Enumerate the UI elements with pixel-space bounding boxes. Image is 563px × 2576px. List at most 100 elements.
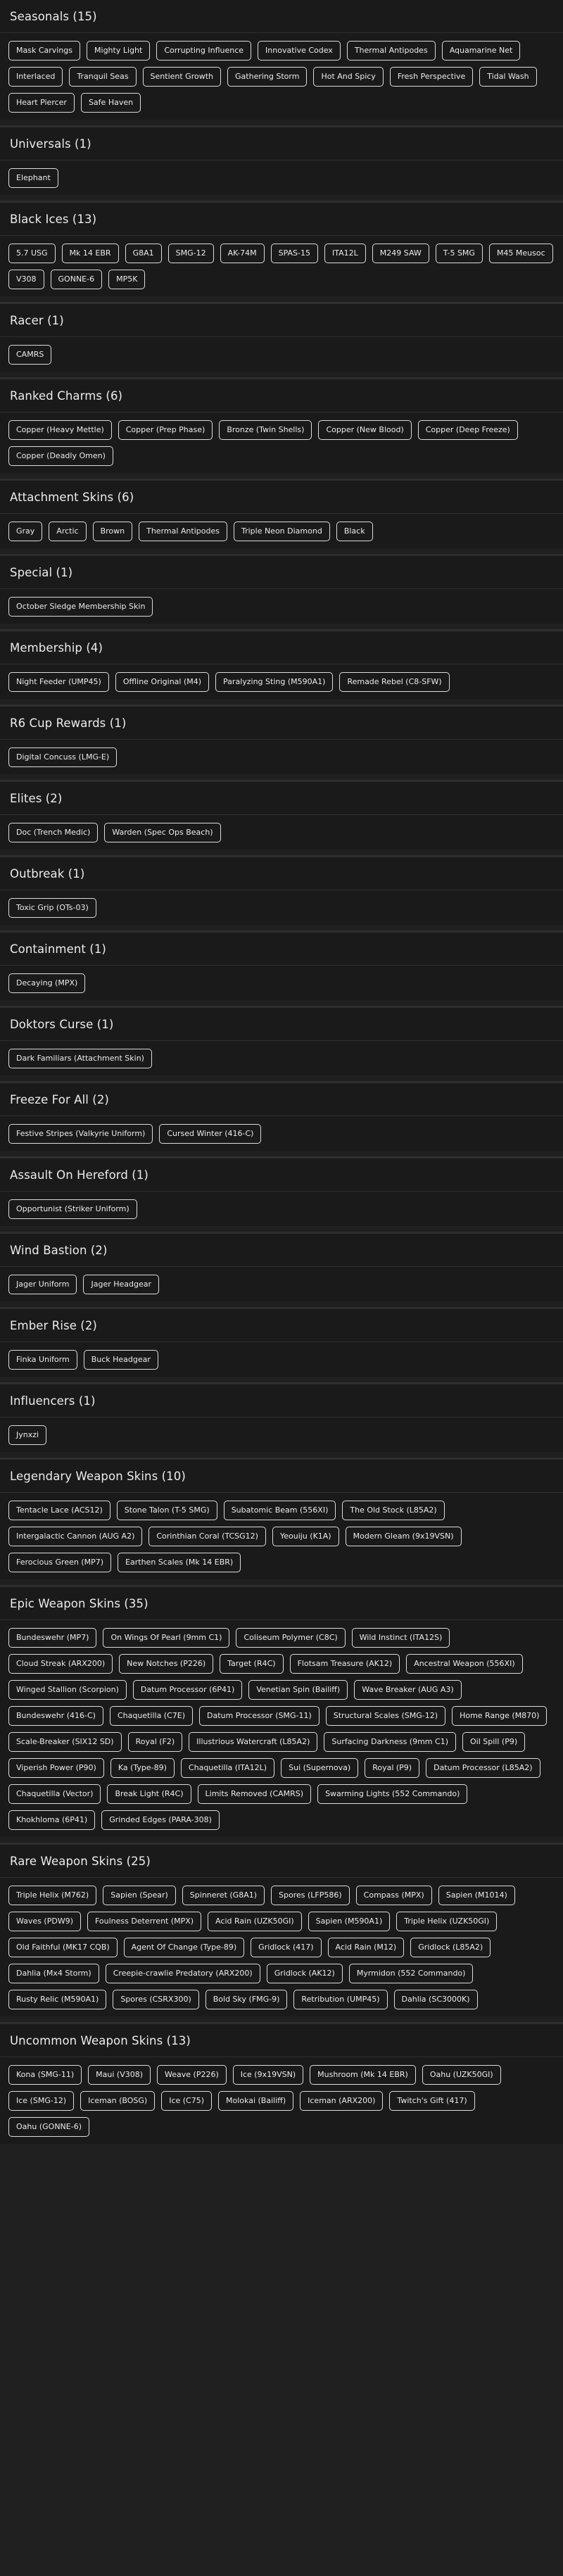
item-chip[interactable]: Illustrious Watercraft (L85A2)	[189, 1732, 318, 1752]
item-chip[interactable]: Weave (P226)	[157, 2065, 227, 2085]
item-chip[interactable]: Royal (P9)	[365, 1758, 420, 1778]
item-chip[interactable]: Oil Spill (P9)	[462, 1732, 526, 1752]
item-chip[interactable]: T-5 SMG	[435, 244, 483, 263]
item-chip[interactable]: Earthen Scales (Mk 14 EBR)	[118, 1553, 241, 1572]
item-chip[interactable]: 5.7 USG	[8, 244, 56, 263]
item-chip[interactable]: Oahu (UZK50GI)	[422, 2065, 501, 2085]
item-chip[interactable]: Triple Neon Diamond	[233, 522, 330, 541]
item-chip[interactable]: Heart Piercer	[8, 93, 75, 113]
item-chip[interactable]: Ka (Type-89)	[110, 1758, 175, 1778]
item-chip[interactable]: Foulness Deterrent (MPX)	[87, 1912, 202, 1931]
item-chip[interactable]: Dahlia (SC3000K)	[393, 1990, 478, 2009]
item-chip[interactable]: Jager Uniform	[8, 1275, 77, 1294]
item-chip[interactable]: Datum Processor (6P41)	[132, 1680, 243, 1700]
item-chip[interactable]: CAMRS	[8, 345, 52, 365]
item-chip[interactable]: Jager Headgear	[83, 1275, 160, 1294]
item-chip[interactable]: Copper (Deep Freeze)	[417, 420, 518, 440]
item-chip[interactable]: Venetian Spin (Bailiff)	[248, 1680, 348, 1700]
item-chip[interactable]: Innovative Codex	[258, 41, 341, 61]
item-chip[interactable]: Spores (CSRX300)	[113, 1990, 199, 2009]
item-chip[interactable]: Opportunist (Striker Uniform)	[8, 1199, 137, 1219]
item-chip[interactable]: Tentacle Lace (ACS12)	[8, 1501, 110, 1520]
item-chip[interactable]: Buck Headgear	[83, 1350, 158, 1370]
item-chip[interactable]: Coliseum Polymer (C8C)	[236, 1628, 346, 1648]
item-chip[interactable]: Mighty Light	[87, 41, 151, 61]
item-chip[interactable]: Modern Gleam (9x19VSN)	[345, 1527, 462, 1546]
item-chip[interactable]: Gridlock (AK12)	[266, 1964, 343, 1983]
item-chip[interactable]: Decaying (MPX)	[8, 973, 86, 993]
item-chip[interactable]: Black	[336, 522, 373, 541]
item-chip[interactable]: Bundeswehr (MP7)	[8, 1628, 97, 1648]
item-chip[interactable]: Elephant	[8, 168, 58, 188]
item-chip[interactable]: Wave Breaker (AUG A3)	[354, 1680, 462, 1700]
item-chip[interactable]: Ice (SMG-12)	[8, 2091, 75, 2111]
item-chip[interactable]: Home Range (M870)	[452, 1706, 548, 1726]
item-chip[interactable]: ITA12L	[324, 244, 366, 263]
item-chip[interactable]: Finka Uniform	[8, 1350, 77, 1370]
item-chip[interactable]: Sapien (Spear)	[103, 1886, 176, 1905]
item-chip[interactable]: Thermal Antipodes	[139, 522, 227, 541]
item-chip[interactable]: Remade Rebel (C8-SFW)	[339, 672, 450, 692]
item-chip[interactable]: Twitch's Gift (417)	[389, 2091, 475, 2111]
item-chip[interactable]: Maui (V308)	[88, 2065, 151, 2085]
item-chip[interactable]: Tranquil Seas	[69, 67, 137, 87]
item-chip[interactable]: Molokai (Bailiff)	[218, 2091, 294, 2111]
item-chip[interactable]: Stone Talon (T-5 SMG)	[116, 1501, 217, 1520]
item-chip[interactable]: Chaquetilla (ITA12L)	[180, 1758, 275, 1778]
item-chip[interactable]: Gathering Storm	[227, 67, 308, 87]
item-chip[interactable]: Structural Scales (SMG-12)	[325, 1706, 446, 1726]
item-chip[interactable]: Spores (LFP586)	[271, 1886, 350, 1905]
item-chip[interactable]: GONNE-6	[50, 270, 103, 289]
item-chip[interactable]: SPAS-15	[270, 244, 319, 263]
item-chip[interactable]: Sapien (M590A1)	[308, 1912, 391, 1931]
item-chip[interactable]: MP5K	[108, 270, 146, 289]
item-chip[interactable]: Myrmidon (552 Commando)	[348, 1964, 474, 1983]
item-chip[interactable]: Kona (SMG-11)	[8, 2065, 82, 2085]
item-chip[interactable]: Limits Removed (CAMRS)	[197, 1784, 312, 1804]
item-chip[interactable]: Gray	[8, 522, 43, 541]
item-chip[interactable]: Doc (Trench Medic)	[8, 823, 99, 842]
item-chip[interactable]: Fresh Perspective	[389, 67, 474, 87]
item-chip[interactable]: Copper (Prep Phase)	[118, 420, 213, 440]
item-chip[interactable]: Mask Carvings	[8, 41, 81, 61]
item-chip[interactable]: October Sledge Membership Skin	[8, 597, 153, 617]
item-chip[interactable]: Copper (Deadly Omen)	[8, 446, 113, 466]
item-chip[interactable]: Festive Stripes (Valkyrie Uniform)	[8, 1124, 153, 1144]
item-chip[interactable]: Bundeswehr (416-C)	[8, 1706, 103, 1726]
item-chip[interactable]: Sui (Supernova)	[281, 1758, 359, 1778]
item-chip[interactable]: Hot And Spicy	[313, 67, 384, 87]
item-chip[interactable]: Triple Helix (M762)	[8, 1886, 97, 1905]
item-chip[interactable]: Iceman (ARX200)	[300, 2091, 384, 2111]
item-chip[interactable]: Ice (C75)	[161, 2091, 213, 2111]
item-chip[interactable]: Bronze (Twin Shells)	[219, 420, 312, 440]
item-chip[interactable]: Digital Concuss (LMG-E)	[8, 747, 118, 767]
item-chip[interactable]: Copper (New Blood)	[318, 420, 412, 440]
item-chip[interactable]: Acid Rain (UZK50GI)	[208, 1912, 302, 1931]
item-chip[interactable]: V308	[8, 270, 44, 289]
item-chip[interactable]: Cursed Winter (416-C)	[159, 1124, 262, 1144]
item-chip[interactable]: Dahlia (Mx4 Storm)	[8, 1964, 99, 1983]
item-chip[interactable]: Flotsam Treasure (AK12)	[289, 1654, 400, 1674]
item-chip[interactable]: Sapien (M1014)	[438, 1886, 515, 1905]
item-chip[interactable]: Toxic Grip (OTs-03)	[8, 898, 96, 918]
item-chip[interactable]: Mushroom (Mk 14 EBR)	[310, 2065, 416, 2085]
item-chip[interactable]: Gridlock (417)	[251, 1938, 322, 1957]
item-chip[interactable]: Swarming Lights (552 Commando)	[317, 1784, 468, 1804]
item-chip[interactable]: Interlaced	[8, 67, 63, 87]
item-chip[interactable]: Compass (MPX)	[355, 1886, 432, 1905]
item-chip[interactable]: Aquamarine Net	[441, 41, 521, 61]
item-chip[interactable]: Sentient Growth	[142, 67, 222, 87]
item-chip[interactable]: Viperish Power (P90)	[8, 1758, 104, 1778]
item-chip[interactable]: Target (R4C)	[220, 1654, 284, 1674]
item-chip[interactable]: Safe Haven	[80, 93, 141, 113]
item-chip[interactable]: Agent Of Change (Type-89)	[123, 1938, 245, 1957]
item-chip[interactable]: Arctic	[49, 522, 87, 541]
item-chip[interactable]: Jynxzi	[8, 1425, 47, 1445]
item-chip[interactable]: Winged Stallion (Scorpion)	[8, 1680, 127, 1700]
item-chip[interactable]: The Old Stock (L85A2)	[342, 1501, 445, 1520]
item-chip[interactable]: Gridlock (L85A2)	[410, 1938, 491, 1957]
item-chip[interactable]: Corrupting Influence	[156, 41, 252, 61]
item-chip[interactable]: Dark Familiars (Attachment Skin)	[8, 1049, 152, 1068]
item-chip[interactable]: New Notches (P226)	[119, 1654, 214, 1674]
item-chip[interactable]: Thermal Antipodes	[346, 41, 436, 61]
